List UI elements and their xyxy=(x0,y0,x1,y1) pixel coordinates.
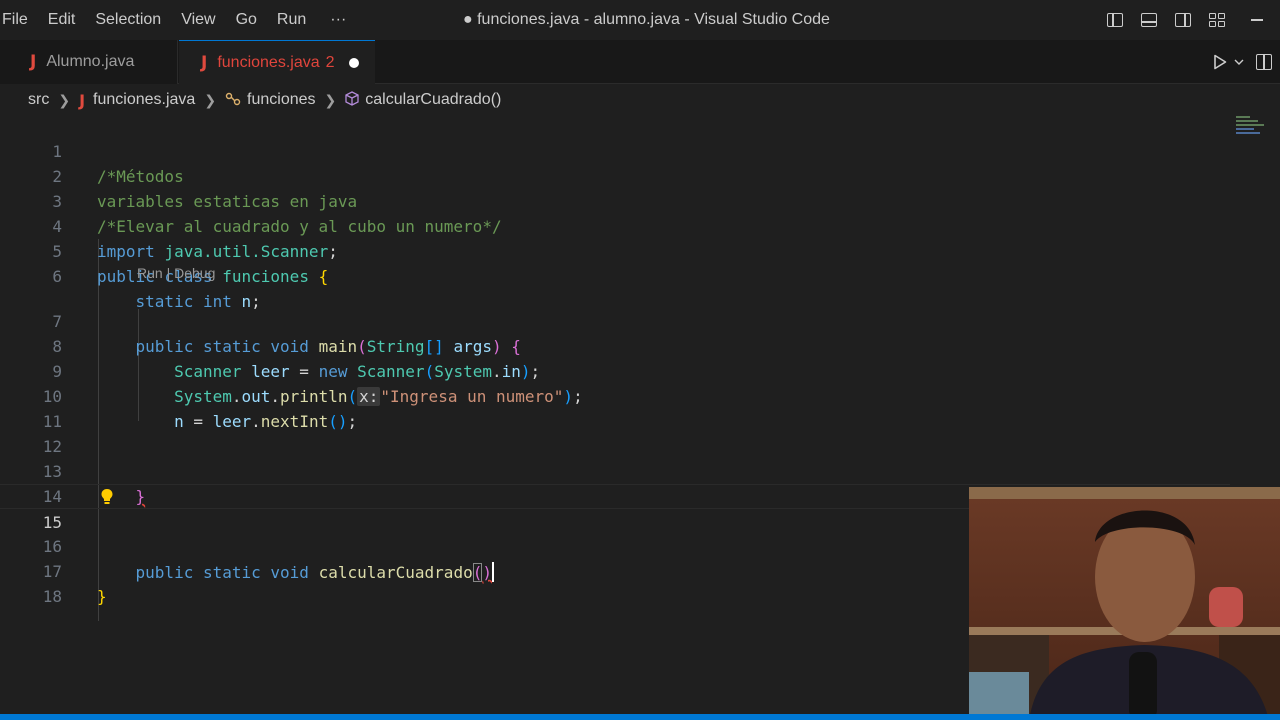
method-symbol-icon xyxy=(345,91,359,109)
class-symbol-icon xyxy=(225,92,241,109)
toggle-primary-sidebar-icon[interactable] xyxy=(1098,0,1132,40)
java-file-icon: J xyxy=(79,90,86,110)
toggle-panel-icon[interactable] xyxy=(1132,0,1166,40)
menu-run[interactable]: Run xyxy=(267,0,316,40)
menu-more[interactable]: ··· xyxy=(316,0,356,40)
editor-tabs-bar: J Alumno.java J funciones.java 2 xyxy=(0,40,1280,84)
breadcrumb-folder[interactable]: src xyxy=(28,91,49,109)
java-file-icon: J xyxy=(30,52,37,72)
title-bar: File Edit Selection View Go Run ··· ● fu… xyxy=(0,0,1280,40)
breadcrumb-class[interactable]: funciones xyxy=(247,91,316,109)
menu-selection[interactable]: Selection xyxy=(85,0,171,40)
code-line: 9 System.out.println(x: "Ingresa un numer… xyxy=(0,334,1230,406)
code-line: 13 } xyxy=(0,434,1230,506)
line-number: 18 xyxy=(42,587,62,606)
code-line: 5 public class funciones { xyxy=(0,214,1230,286)
chevron-right-icon: ❯ xyxy=(58,91,71,108)
code-line: 4 import java.util.Scanner; xyxy=(0,189,1230,261)
minimize-button[interactable] xyxy=(1234,0,1280,40)
tab-label: Alumno.java xyxy=(46,53,135,70)
lightbulb-icon[interactable] xyxy=(100,488,114,506)
breadcrumb-file[interactable]: funciones.java xyxy=(93,91,195,109)
java-file-icon: J xyxy=(201,52,208,73)
tab-alumno-java[interactable]: J Alumno.java xyxy=(0,40,178,84)
toggle-secondary-sidebar-icon[interactable] xyxy=(1166,0,1200,40)
code-line: 12 xyxy=(0,409,1230,456)
menu-bar: File Edit Selection View Go Run ··· xyxy=(0,0,356,40)
window-title: ● funciones.java - alumno.java - Visual … xyxy=(463,11,830,28)
run-java-icon[interactable] xyxy=(1212,53,1228,71)
code-line: 7 public static void main(String[] args)… xyxy=(0,284,1230,356)
code-line: 10 n = leer.nextInt(); xyxy=(0,359,1230,431)
chevron-right-icon: ❯ xyxy=(324,91,337,108)
unsaved-dot-icon[interactable] xyxy=(348,57,359,68)
code-line: 8 Scanner leer = new Scanner(System.in); xyxy=(0,309,1230,381)
chevron-right-icon: ❯ xyxy=(204,91,217,108)
layout-controls xyxy=(1098,0,1280,40)
editor-actions xyxy=(1212,40,1280,84)
code-line: 11 xyxy=(0,384,1230,431)
status-bar xyxy=(0,714,1280,720)
menu-view[interactable]: View xyxy=(171,0,225,40)
code-line: 2 variables estaticas en java xyxy=(0,139,1230,211)
menu-file[interactable]: File xyxy=(0,0,38,40)
menu-edit[interactable]: Edit xyxy=(38,0,86,40)
tab-funciones-java[interactable]: J funciones.java 2 xyxy=(179,40,375,84)
customize-layout-icon[interactable] xyxy=(1200,0,1234,40)
menu-go[interactable]: Go xyxy=(226,0,267,40)
code-line: 14 xyxy=(0,459,1230,506)
problems-badge: 2 xyxy=(325,53,335,71)
code-line: 1 /*Métodos xyxy=(0,114,1230,186)
breadcrumb-method[interactable]: calcularCuadrado() xyxy=(365,91,501,109)
codelens-run-debug[interactable]: Run | Debug xyxy=(137,262,215,284)
split-editor-icon[interactable] xyxy=(1256,54,1272,70)
tab-label: funciones.java xyxy=(217,53,320,71)
run-options-chevron-icon[interactable] xyxy=(1234,55,1244,69)
code-line: 6 static int n; xyxy=(0,239,1230,311)
presenter-webcam-overlay xyxy=(969,487,1280,720)
code-line: 3 /*Elevar al cuadrado y al cubo un nume… xyxy=(0,164,1230,236)
breadcrumb: src ❯ J funciones.java ❯ funciones ❯ cal… xyxy=(28,88,501,112)
